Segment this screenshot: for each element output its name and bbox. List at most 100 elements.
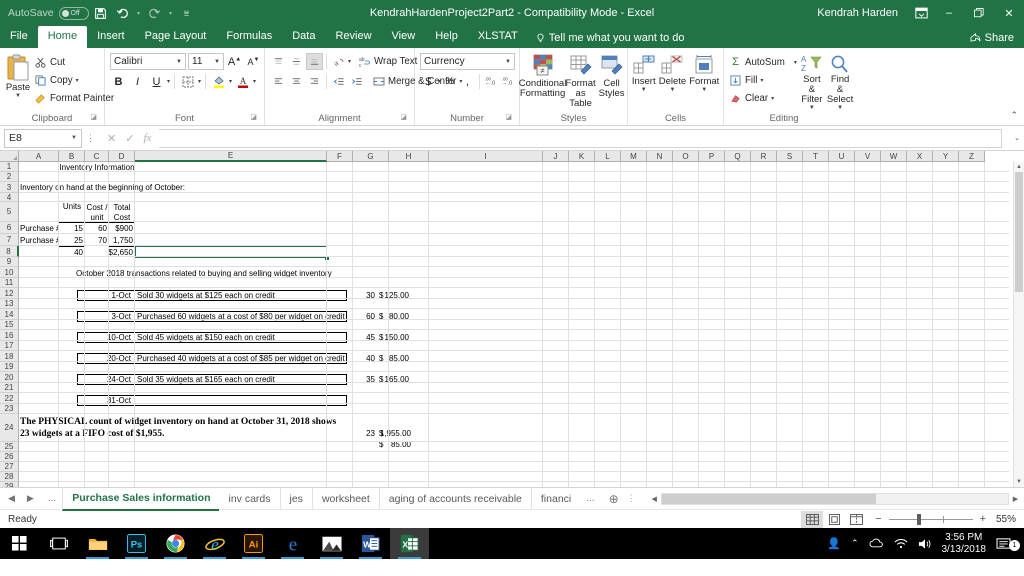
autosave-control[interactable]: AutoSave Off — [8, 7, 89, 20]
network-wifi-icon[interactable] — [894, 538, 908, 549]
wrap-text-button[interactable]: abc Wrap Text — [358, 54, 417, 70]
sheet-tab-aging-of-accounts-receivable[interactable]: aging of accounts receivable — [380, 488, 532, 510]
row-header-20[interactable]: 20 — [0, 372, 19, 383]
sheet-tab-financi[interactable]: financi — [532, 488, 580, 510]
sheet-tab-splitter[interactable]: ⋮ — [627, 493, 640, 504]
align-center-button[interactable] — [288, 73, 305, 90]
file-explorer-icon[interactable] — [78, 528, 117, 559]
copy-dropdown-icon[interactable]: ▾ — [76, 77, 79, 84]
save-icon[interactable] — [91, 3, 111, 23]
scroll-down-arrow[interactable]: ▼ — [1014, 477, 1024, 487]
delete-cells-button[interactable]: Delete ▼ — [659, 53, 686, 93]
word-icon[interactable]: W — [351, 528, 390, 559]
expand-formula-bar-icon[interactable]: ⌄ — [1014, 134, 1020, 142]
cell-G24-amount[interactable]: 1,955.00 — [379, 428, 411, 439]
paste-button[interactable]: Paste ▼ — [5, 53, 31, 99]
row-header-28[interactable]: 28 — [0, 472, 19, 482]
tab-help[interactable]: Help — [425, 26, 468, 48]
row-header-6[interactable]: 6 — [0, 222, 19, 234]
cell-C5-cost-line1[interactable]: Cost / — [85, 202, 109, 212]
redo-dropdown-icon[interactable]: ▾ — [167, 3, 175, 23]
horizontal-scroll-thumb[interactable] — [662, 494, 877, 504]
column-header-L[interactable]: L — [595, 151, 621, 162]
row-header-5[interactable]: 5 — [0, 202, 19, 222]
enter-icon[interactable]: ✓ — [125, 132, 134, 145]
column-header-V[interactable]: V — [855, 151, 881, 162]
cell-E22-description[interactable] — [137, 395, 345, 406]
prev-sheet-arrow[interactable]: ◀ — [8, 493, 15, 504]
sheet-tabs-overflow-left[interactable]: ... — [42, 493, 62, 504]
increase-font-size-button[interactable]: A▲ — [226, 53, 243, 70]
column-header-B[interactable]: B — [59, 151, 85, 162]
cell-E18-description[interactable]: Purchased 40 widgets at a cost of $85 pe… — [137, 353, 345, 364]
scroll-right-arrow[interactable]: ▶ — [1009, 495, 1022, 503]
formula-input[interactable] — [159, 129, 1002, 148]
find-select-dropdown-icon[interactable]: ▼ — [837, 105, 843, 111]
volume-icon[interactable] — [918, 538, 932, 550]
row-header-7[interactable]: 7 — [0, 234, 19, 246]
sort-filter-button[interactable]: A Z Sort & Filter ▼ — [800, 53, 824, 111]
row-header-22[interactable]: 22 — [0, 393, 19, 404]
cell-E20-description[interactable]: Sold 35 widgets at $165 each on credit — [137, 374, 345, 385]
font-name-dropdown-icon[interactable]: ▼ — [172, 59, 182, 65]
show-hidden-icons-chevron[interactable]: ⌃ — [851, 538, 859, 549]
column-header-G[interactable]: G — [353, 151, 389, 162]
zoom-out-button[interactable]: − — [875, 513, 881, 525]
photos-icon[interactable] — [312, 528, 351, 559]
undo-icon[interactable] — [113, 3, 133, 23]
cancel-icon[interactable]: ✕ — [107, 132, 116, 145]
undo-dropdown-icon[interactable]: ▾ — [135, 3, 143, 23]
clipboard-dialog-launcher[interactable]: ◪ — [90, 111, 97, 124]
cell-C22-date[interactable]: 31-Oct — [79, 395, 131, 406]
accounting-dropdown-icon[interactable]: ▾ — [438, 78, 441, 85]
clock[interactable]: 3:56 PM 3/13/2018 — [942, 532, 987, 556]
sheet-tab-jes[interactable]: jes — [281, 488, 313, 510]
fill-color-dropdown-icon[interactable]: ▾ — [229, 78, 232, 85]
column-header-W[interactable]: W — [881, 151, 907, 162]
find-select-button[interactable]: Find & Select ▼ — [827, 53, 853, 111]
cell-B5-units[interactable]: Units — [59, 202, 85, 222]
row-header-8[interactable]: 8 — [0, 246, 19, 257]
row-header-1[interactable]: 1 — [0, 162, 19, 172]
tab-data[interactable]: Data — [282, 26, 325, 48]
column-header-H[interactable]: H — [389, 151, 429, 162]
row-header-11[interactable]: 11 — [0, 278, 19, 288]
tab-home[interactable]: Home — [38, 26, 87, 48]
excel-icon[interactable]: X — [390, 528, 429, 559]
tab-review[interactable]: Review — [325, 26, 381, 48]
column-header-Q[interactable]: Q — [725, 151, 751, 162]
sheet-tab-purchase-sales-information[interactable]: Purchase Sales information — [62, 487, 219, 511]
format-cells-button[interactable]: Format ▼ — [689, 53, 719, 93]
name-box-dropdown-icon[interactable]: ▼ — [71, 135, 77, 141]
qat-more-icon[interactable]: ⩸ — [177, 3, 197, 23]
cell-C18-date[interactable]: 20-Oct — [79, 353, 131, 364]
next-sheet-arrow[interactable]: ▶ — [27, 493, 34, 504]
font-color-dropdown-icon[interactable]: ▾ — [253, 78, 256, 85]
collapse-ribbon-icon[interactable]: ⌃ — [1010, 110, 1018, 121]
copy-button[interactable]: Copy ▾ — [34, 72, 114, 88]
row-header-27[interactable]: 27 — [0, 462, 19, 472]
redo-icon[interactable] — [145, 3, 165, 23]
row-header-25[interactable]: 25 — [0, 442, 19, 452]
cell-F12-qty[interactable]: 30 — [351, 290, 375, 301]
column-header-D[interactable]: D — [109, 151, 135, 162]
comma-format-button[interactable]: , — [459, 73, 476, 90]
row-header-26[interactable]: 26 — [0, 452, 19, 462]
column-header-J[interactable]: J — [543, 151, 569, 162]
column-header-K[interactable]: K — [569, 151, 595, 162]
row-header-29[interactable]: 29 — [0, 482, 19, 487]
cell-F16-qty[interactable]: 45 — [351, 332, 375, 343]
column-header-S[interactable]: S — [777, 151, 803, 162]
insert-cells-button[interactable]: Insert ▼ — [632, 53, 656, 93]
row-header-15[interactable]: 15 — [0, 320, 19, 330]
cell-C16-date[interactable]: 10-Oct — [79, 332, 131, 343]
horizontal-scrollbar[interactable]: ◀ ▶ — [648, 493, 1022, 505]
conditional-formatting-button[interactable]: ≠ Conditional Formatting — [523, 53, 563, 99]
font-dialog-launcher[interactable]: ◪ — [250, 111, 257, 124]
autosave-toggle[interactable]: Off — [59, 7, 89, 20]
cell-F18-qty[interactable]: 40 — [351, 353, 375, 364]
tab-insert[interactable]: Insert — [87, 26, 135, 48]
bold-button[interactable]: B — [110, 73, 127, 90]
font-name-input[interactable]: Calibri ▼ — [110, 53, 186, 70]
cell-C14-date[interactable]: 3-Oct — [79, 311, 131, 322]
